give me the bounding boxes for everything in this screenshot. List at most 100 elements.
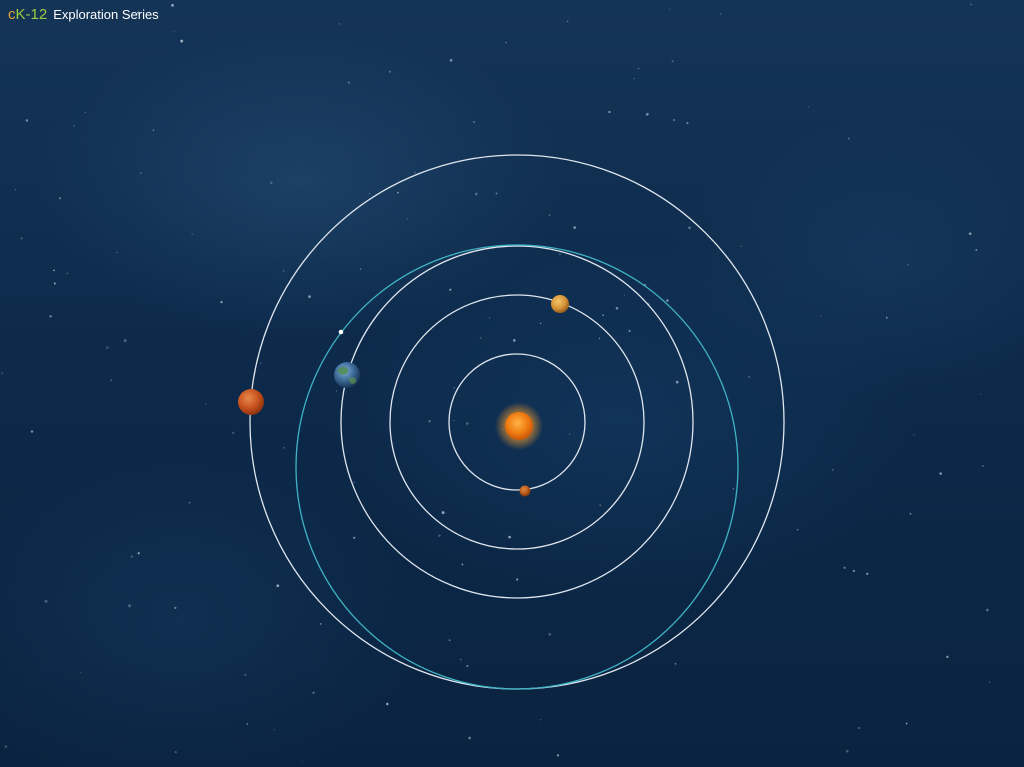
star bbox=[913, 434, 915, 436]
star bbox=[53, 269, 55, 272]
star bbox=[360, 268, 362, 270]
star bbox=[508, 535, 511, 539]
star bbox=[807, 106, 810, 108]
star bbox=[246, 723, 249, 725]
star bbox=[633, 78, 635, 80]
star bbox=[276, 584, 280, 588]
star bbox=[283, 447, 285, 449]
star bbox=[220, 300, 223, 304]
star bbox=[273, 729, 275, 731]
star bbox=[335, 390, 337, 392]
star bbox=[84, 111, 86, 113]
star bbox=[110, 379, 113, 382]
star bbox=[907, 264, 909, 266]
star bbox=[852, 569, 856, 573]
star bbox=[53, 282, 56, 285]
star bbox=[180, 39, 184, 43]
star bbox=[171, 3, 174, 7]
star bbox=[975, 249, 978, 251]
star bbox=[479, 337, 482, 339]
star bbox=[368, 192, 371, 195]
star bbox=[939, 472, 942, 475]
star bbox=[666, 299, 669, 302]
star bbox=[985, 608, 989, 612]
star bbox=[820, 315, 822, 317]
red-planet[interactable] bbox=[238, 389, 264, 415]
star bbox=[740, 245, 742, 247]
star bbox=[25, 119, 29, 122]
yellow-planet[interactable] bbox=[551, 295, 569, 313]
star bbox=[15, 188, 17, 191]
star bbox=[244, 673, 247, 676]
star bbox=[645, 112, 649, 116]
star bbox=[505, 41, 507, 44]
star bbox=[495, 192, 498, 195]
star bbox=[847, 137, 850, 140]
star bbox=[466, 664, 469, 668]
sun bbox=[495, 402, 543, 450]
star bbox=[449, 58, 453, 62]
star bbox=[540, 322, 542, 325]
star bbox=[301, 761, 303, 763]
star bbox=[137, 11, 140, 14]
star bbox=[319, 622, 322, 625]
star bbox=[623, 294, 625, 296]
star bbox=[106, 346, 109, 349]
star bbox=[473, 121, 475, 123]
star bbox=[270, 181, 273, 185]
innermost-planet[interactable] bbox=[519, 485, 531, 497]
star bbox=[397, 191, 399, 194]
star bbox=[30, 430, 34, 433]
star bbox=[312, 691, 315, 694]
star bbox=[548, 633, 552, 636]
solar-system-scene bbox=[1, 3, 991, 763]
star bbox=[428, 420, 431, 423]
star bbox=[188, 502, 191, 504]
star bbox=[44, 599, 48, 603]
star bbox=[116, 251, 118, 253]
star bbox=[968, 232, 972, 236]
star bbox=[173, 30, 175, 32]
star bbox=[602, 314, 604, 316]
star bbox=[388, 70, 391, 73]
star bbox=[282, 270, 285, 272]
star bbox=[1, 372, 4, 375]
star bbox=[516, 578, 519, 581]
earth[interactable] bbox=[334, 362, 360, 388]
star bbox=[128, 604, 132, 608]
star bbox=[540, 719, 542, 721]
star bbox=[831, 468, 834, 471]
star bbox=[474, 192, 478, 196]
star bbox=[909, 512, 912, 515]
star bbox=[58, 197, 61, 200]
star bbox=[468, 736, 471, 740]
star bbox=[719, 13, 722, 15]
star bbox=[152, 129, 155, 131]
star bbox=[123, 339, 127, 343]
star bbox=[174, 751, 177, 754]
star bbox=[559, 253, 561, 255]
star bbox=[461, 563, 464, 566]
star bbox=[688, 226, 691, 230]
star bbox=[566, 20, 569, 23]
star bbox=[453, 420, 455, 422]
star bbox=[4, 745, 7, 748]
star bbox=[338, 23, 340, 25]
star bbox=[980, 393, 982, 395]
star bbox=[970, 3, 972, 6]
star bbox=[191, 233, 193, 235]
star bbox=[797, 529, 799, 531]
star bbox=[548, 214, 551, 216]
star bbox=[674, 663, 677, 665]
star bbox=[80, 672, 82, 674]
star bbox=[988, 681, 991, 683]
star bbox=[66, 272, 69, 275]
star bbox=[732, 488, 735, 490]
spacecraft-dot[interactable] bbox=[338, 329, 344, 335]
star bbox=[130, 555, 134, 558]
star bbox=[885, 316, 888, 319]
star bbox=[407, 218, 409, 220]
star bbox=[615, 307, 619, 310]
star bbox=[858, 727, 860, 729]
transfer-orbit bbox=[295, 244, 739, 690]
